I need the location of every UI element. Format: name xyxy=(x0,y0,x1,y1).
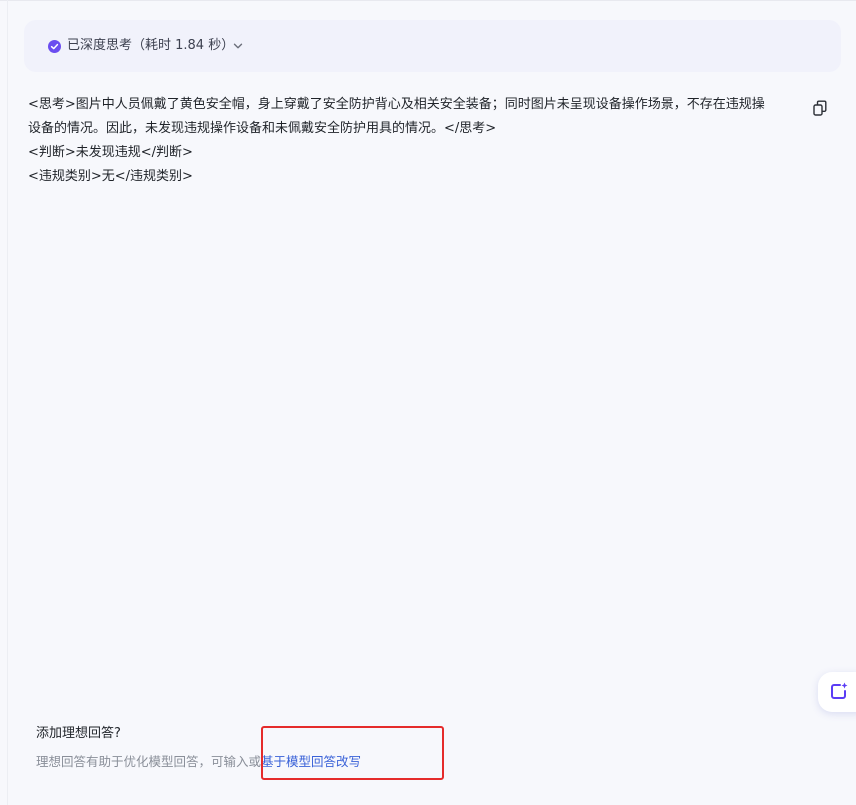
left-divider xyxy=(7,0,8,805)
thinking-status-label: 已深度思考（耗时 1.84 秒） xyxy=(67,38,235,53)
check-circle-icon xyxy=(48,40,61,53)
top-divider xyxy=(0,0,856,1)
ai-edit-icon[interactable] xyxy=(829,681,849,701)
highlight-box xyxy=(261,726,444,780)
chevron-down-icon[interactable] xyxy=(232,40,244,52)
answer-content: <思考>图片中人员佩戴了黄色安全帽，身上穿戴了安全防护背心及相关安全装备；同时图… xyxy=(28,93,813,189)
ideal-answer-title: 添加理想回答? xyxy=(36,726,121,741)
answer-line: 设备的情况。因此，未发现违规操作设备和未佩戴安全防护用具的情况。</思考> xyxy=(28,121,497,136)
answer-line: <判断>未发现违规</判断> xyxy=(28,145,193,160)
answer-line: <思考>图片中人员佩戴了黄色安全帽，身上穿戴了安全防护背心及相关安全装备；同时图… xyxy=(28,97,765,112)
copy-icon[interactable] xyxy=(813,100,827,116)
answer-line: <违规类别>无</违规类别> xyxy=(28,169,193,184)
ideal-answer-hint: 理想回答有助于优化模型回答，可输入或 xyxy=(36,754,262,769)
